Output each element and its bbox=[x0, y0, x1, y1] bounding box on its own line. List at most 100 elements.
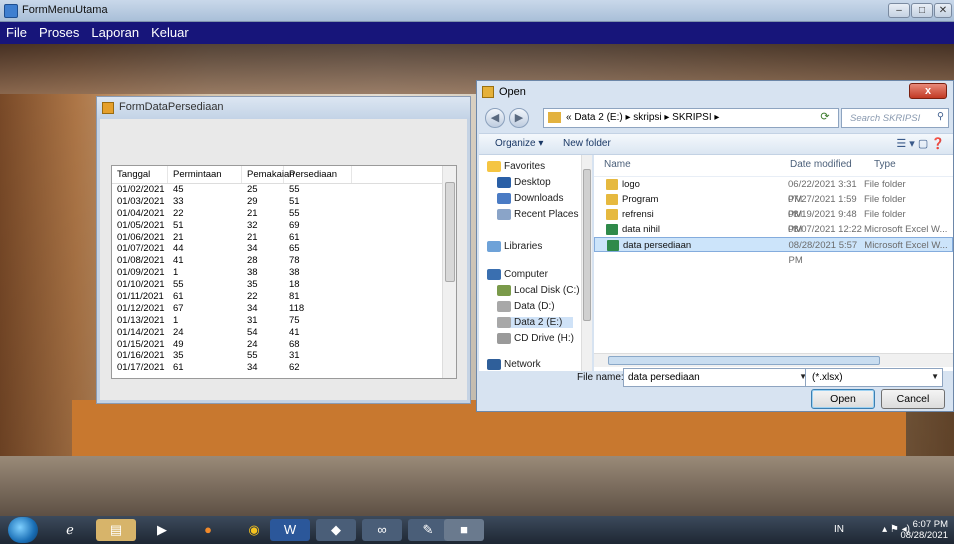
file-name-text: refrensi bbox=[622, 209, 654, 220]
table-cell: 01/16/2021 bbox=[117, 350, 165, 362]
table-row[interactable]: 01/13/2021 1 31 75 bbox=[112, 315, 456, 327]
table-row[interactable]: 01/05/2021 51 32 69 bbox=[112, 220, 456, 232]
firefox-icon[interactable]: ● bbox=[188, 519, 228, 541]
app-icon[interactable]: ◆ bbox=[316, 519, 356, 541]
nav-scrollbar[interactable] bbox=[581, 155, 592, 371]
dialog-title: Open bbox=[499, 86, 526, 98]
clock[interactable]: 6:07 PM 08/28/2021 bbox=[900, 519, 948, 541]
table-row[interactable]: 01/09/2021 1 38 38 bbox=[112, 267, 456, 279]
dialog-close-button[interactable]: x bbox=[909, 83, 947, 99]
nav-libraries[interactable]: Libraries bbox=[487, 241, 542, 252]
table-row[interactable]: 01/04/2021 22 21 55 bbox=[112, 208, 456, 220]
minimize-button[interactable]: – bbox=[888, 3, 910, 18]
col-permintaan[interactable]: Permintaan bbox=[168, 166, 242, 183]
paint-icon[interactable]: ✎ bbox=[408, 519, 448, 541]
cancel-button[interactable]: Cancel bbox=[881, 389, 945, 409]
hscroll-thumb[interactable] bbox=[608, 356, 880, 365]
ie-icon[interactable]: ℯ bbox=[50, 519, 90, 541]
maximize-button[interactable]: □ bbox=[911, 3, 933, 18]
file-name-text: Program bbox=[622, 194, 659, 205]
table-cell: 78 bbox=[289, 255, 300, 267]
table-row[interactable]: 01/08/2021 41 28 78 bbox=[112, 255, 456, 267]
close-button[interactable]: ✕ bbox=[934, 3, 952, 18]
nav-data-d[interactable]: Data (D:) bbox=[497, 301, 555, 312]
menu-laporan[interactable]: Laporan bbox=[85, 22, 145, 40]
nav-desktop[interactable]: Desktop bbox=[497, 177, 551, 188]
file-row[interactable]: refrensi 08/19/2021 9:48 PM File folder bbox=[594, 207, 953, 235]
forward-button[interactable]: ▶ bbox=[509, 108, 529, 128]
table-row[interactable]: 01/11/2021 61 22 81 bbox=[112, 291, 456, 303]
network-icon bbox=[487, 359, 501, 370]
menu-keluar[interactable]: Keluar bbox=[145, 22, 195, 40]
table-cell: 24 bbox=[247, 338, 258, 350]
filetype-value: (*.xlsx) bbox=[812, 372, 843, 383]
breadcrumb[interactable]: « Data 2 (E:) ▸ skripsi ▸ SKRIPSI ▸ bbox=[543, 108, 839, 128]
infinity-icon[interactable]: ∞ bbox=[362, 519, 402, 541]
scrollbar-thumb[interactable] bbox=[445, 182, 455, 282]
file-row[interactable]: logo 06/22/2021 3:31 PM File folder bbox=[594, 177, 953, 205]
nav-downloads[interactable]: Downloads bbox=[497, 193, 563, 204]
drive-icon bbox=[497, 301, 511, 312]
file-name: Program bbox=[594, 192, 780, 207]
nav-favorites[interactable]: Favorites bbox=[487, 161, 545, 172]
file-row[interactable]: data persediaan 08/28/2021 5:57 PM Microso… bbox=[594, 237, 953, 266]
organize-button[interactable]: Organize ▾ bbox=[495, 138, 543, 149]
search-placeholder: Search SKRIPSI bbox=[850, 113, 921, 124]
back-button[interactable]: ◀ bbox=[485, 108, 505, 128]
nav-cd-drive-h[interactable]: CD Drive (H:) bbox=[497, 333, 574, 344]
nav-recent-places[interactable]: Recent Places bbox=[497, 209, 578, 220]
file-row[interactable]: Program 07/27/2021 1:59 PM File folder bbox=[594, 192, 953, 220]
tray-language[interactable]: IN bbox=[834, 524, 844, 535]
menu-file[interactable]: File bbox=[0, 22, 33, 40]
new-folder-button[interactable]: New folder bbox=[563, 138, 611, 149]
table-row[interactable]: 01/02/2021 45 25 55 bbox=[112, 184, 456, 196]
nav-computer[interactable]: Computer bbox=[487, 269, 548, 280]
table-row[interactable]: 01/07/2021 44 34 65 bbox=[112, 243, 456, 255]
nav-local-disk-c[interactable]: Local Disk (C:) bbox=[497, 285, 580, 296]
table-row[interactable]: 01/16/2021 35 55 31 bbox=[112, 350, 456, 362]
explorer-icon[interactable]: ▤ bbox=[96, 519, 136, 541]
table-cell: 41 bbox=[173, 255, 184, 267]
grid-scrollbar[interactable] bbox=[442, 166, 456, 378]
open-button[interactable]: Open bbox=[811, 389, 875, 409]
data-grid[interactable]: Tanggal Permintaan Pemakaian Persediaan … bbox=[111, 165, 457, 379]
view-options-icon[interactable]: ☰ ▾ ▢ ❓ bbox=[896, 137, 945, 150]
file-list-hscroll[interactable] bbox=[594, 353, 953, 367]
col-persediaan[interactable]: Persediaan bbox=[284, 166, 352, 183]
table-row[interactable]: 01/03/2021 33 29 51 bbox=[112, 196, 456, 208]
file-row[interactable]: data nihil 08/07/2021 12:22 ...Microsoft … bbox=[594, 222, 953, 250]
nav-scrollbar-thumb[interactable] bbox=[583, 169, 591, 321]
table-cell: 55 bbox=[173, 279, 184, 291]
table-cell: 35 bbox=[247, 279, 258, 291]
table-row[interactable]: 01/06/2021 21 21 61 bbox=[112, 232, 456, 244]
chrome-icon[interactable]: ◉ bbox=[234, 519, 274, 541]
filetype-select[interactable]: (*.xlsx) ▼ bbox=[805, 368, 943, 387]
table-row[interactable]: 01/14/2021 24 54 41 bbox=[112, 327, 456, 339]
table-row[interactable]: 01/17/2021 61 34 62 bbox=[112, 362, 456, 374]
table-cell: 34 bbox=[247, 362, 258, 374]
col-name[interactable]: Name bbox=[594, 155, 780, 176]
search-icon[interactable]: ⚲ bbox=[937, 111, 944, 122]
chevron-down-icon[interactable]: ▼ bbox=[931, 372, 939, 381]
table-cell: 45 bbox=[173, 184, 184, 195]
col-date-modified[interactable]: Date modified bbox=[780, 155, 864, 176]
word-icon[interactable]: W bbox=[270, 519, 310, 541]
search-input[interactable]: Search SKRIPSI ⚲ bbox=[841, 108, 949, 128]
table-row[interactable]: 01/15/2021 49 24 68 bbox=[112, 339, 456, 351]
col-pemakaian[interactable]: Pemakaian bbox=[242, 166, 295, 183]
media-player-icon[interactable]: ▶ bbox=[142, 519, 182, 541]
refresh-icon[interactable]: ⟳ bbox=[813, 108, 837, 128]
menu-proses[interactable]: Proses bbox=[33, 22, 85, 40]
filename-input[interactable]: data persediaan ▼ bbox=[623, 368, 811, 387]
nav-network[interactable]: Network bbox=[487, 359, 541, 370]
nav-data2-e[interactable]: Data 2 (E:) bbox=[497, 317, 573, 328]
table-row[interactable]: 01/10/2021 55 35 18 bbox=[112, 279, 456, 291]
form-title: FormDataPersediaan bbox=[119, 101, 224, 113]
table-cell: 01/10/2021 bbox=[117, 279, 165, 291]
col-type[interactable]: Type bbox=[864, 155, 952, 176]
table-row[interactable]: 01/12/2021 67 34 118 bbox=[112, 303, 456, 315]
start-button[interactable] bbox=[8, 517, 38, 543]
col-tanggal[interactable]: Tanggal bbox=[112, 166, 168, 183]
app-running-icon[interactable]: ■ bbox=[444, 519, 484, 541]
table-cell: 38 bbox=[247, 267, 258, 279]
